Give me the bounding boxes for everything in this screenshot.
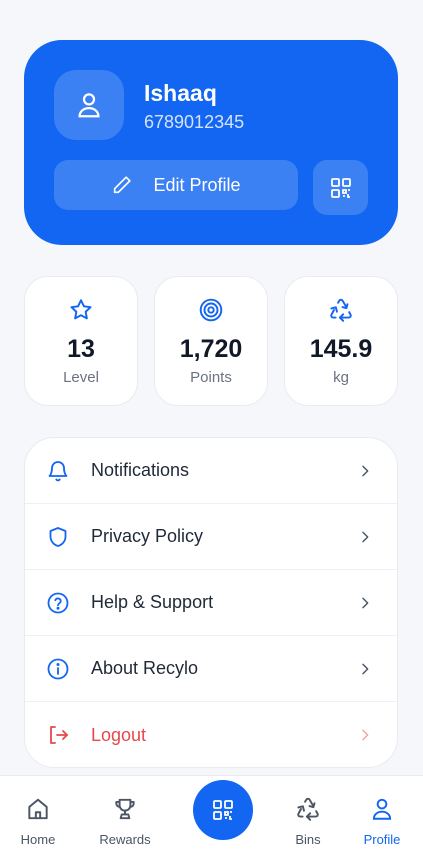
menu-item-about[interactable]: About Recylo	[25, 636, 397, 702]
user-phone: 6789012345	[144, 112, 245, 132]
stat-value: 145.9	[309, 335, 373, 363]
recycle-icon	[297, 797, 319, 821]
nav-rewards[interactable]: Rewards	[85, 796, 165, 847]
menu-item-label: About Recylo	[91, 658, 199, 678]
edit-profile-label: Edit Profile	[153, 174, 241, 195]
menu-item-notifications[interactable]: Notifications	[25, 438, 397, 504]
target-icon	[199, 298, 223, 322]
nav-bins[interactable]: Bins	[268, 796, 348, 847]
pencil-icon	[114, 176, 132, 194]
stat-points: 1,720 Points	[154, 276, 268, 406]
nav-label: Home	[20, 832, 56, 847]
edit-profile-button[interactable]: Edit Profile	[54, 160, 298, 210]
chevron-right-icon	[362, 597, 369, 609]
menu-item-label: Privacy Policy	[91, 526, 204, 546]
chevron-right-icon	[362, 465, 369, 477]
nav-profile[interactable]: Profile	[342, 796, 422, 847]
scan-qr-button[interactable]	[193, 780, 253, 840]
stat-label: kg	[333, 369, 349, 386]
stat-label: Points	[190, 369, 232, 386]
qr-code-icon	[213, 800, 233, 820]
bell-icon	[48, 461, 68, 482]
info-icon	[47, 658, 69, 680]
chevron-right-icon	[362, 531, 369, 543]
profile-card: Ishaaq 6789012345 Edit Profile	[24, 40, 398, 245]
menu-item-label: Logout	[91, 724, 147, 745]
stat-value: 1,720	[179, 335, 243, 363]
nav-label: Rewards	[99, 832, 151, 847]
logout-icon	[50, 726, 68, 744]
chevron-right-icon	[362, 663, 369, 675]
stat-recycled: 145.9 kg	[284, 276, 398, 406]
qr-code-icon	[330, 177, 351, 198]
star-icon	[70, 299, 92, 320]
stat-value: 13	[67, 335, 95, 363]
nav-home[interactable]: Home	[0, 796, 78, 847]
menu-item-logout[interactable]: Logout	[25, 702, 397, 767]
bottom-nav: Home Rewards Bins Profile	[0, 775, 423, 861]
user-icon	[78, 93, 100, 118]
nav-label: Bins	[295, 832, 321, 847]
menu-item-label: Notifications	[91, 460, 190, 480]
nav-label: Profile	[363, 832, 401, 847]
menu-item-help-support[interactable]: Help & Support	[25, 570, 397, 636]
home-icon	[28, 798, 48, 820]
trophy-icon	[115, 798, 135, 820]
shield-icon	[49, 527, 67, 547]
chevron-right-icon	[362, 729, 369, 741]
user-icon	[372, 798, 392, 820]
settings-menu: Notifications Privacy Policy Help & Supp…	[24, 437, 398, 768]
user-name: Ishaaq	[144, 80, 217, 106]
help-circle-icon	[47, 592, 69, 614]
recycle-icon	[330, 298, 352, 322]
stat-label: Level	[63, 369, 99, 386]
menu-item-privacy-policy[interactable]: Privacy Policy	[25, 504, 397, 570]
menu-item-label: Help & Support	[91, 592, 214, 612]
qr-code-button[interactable]	[313, 160, 368, 215]
stat-level: 13 Level	[24, 276, 138, 406]
avatar	[54, 70, 124, 140]
